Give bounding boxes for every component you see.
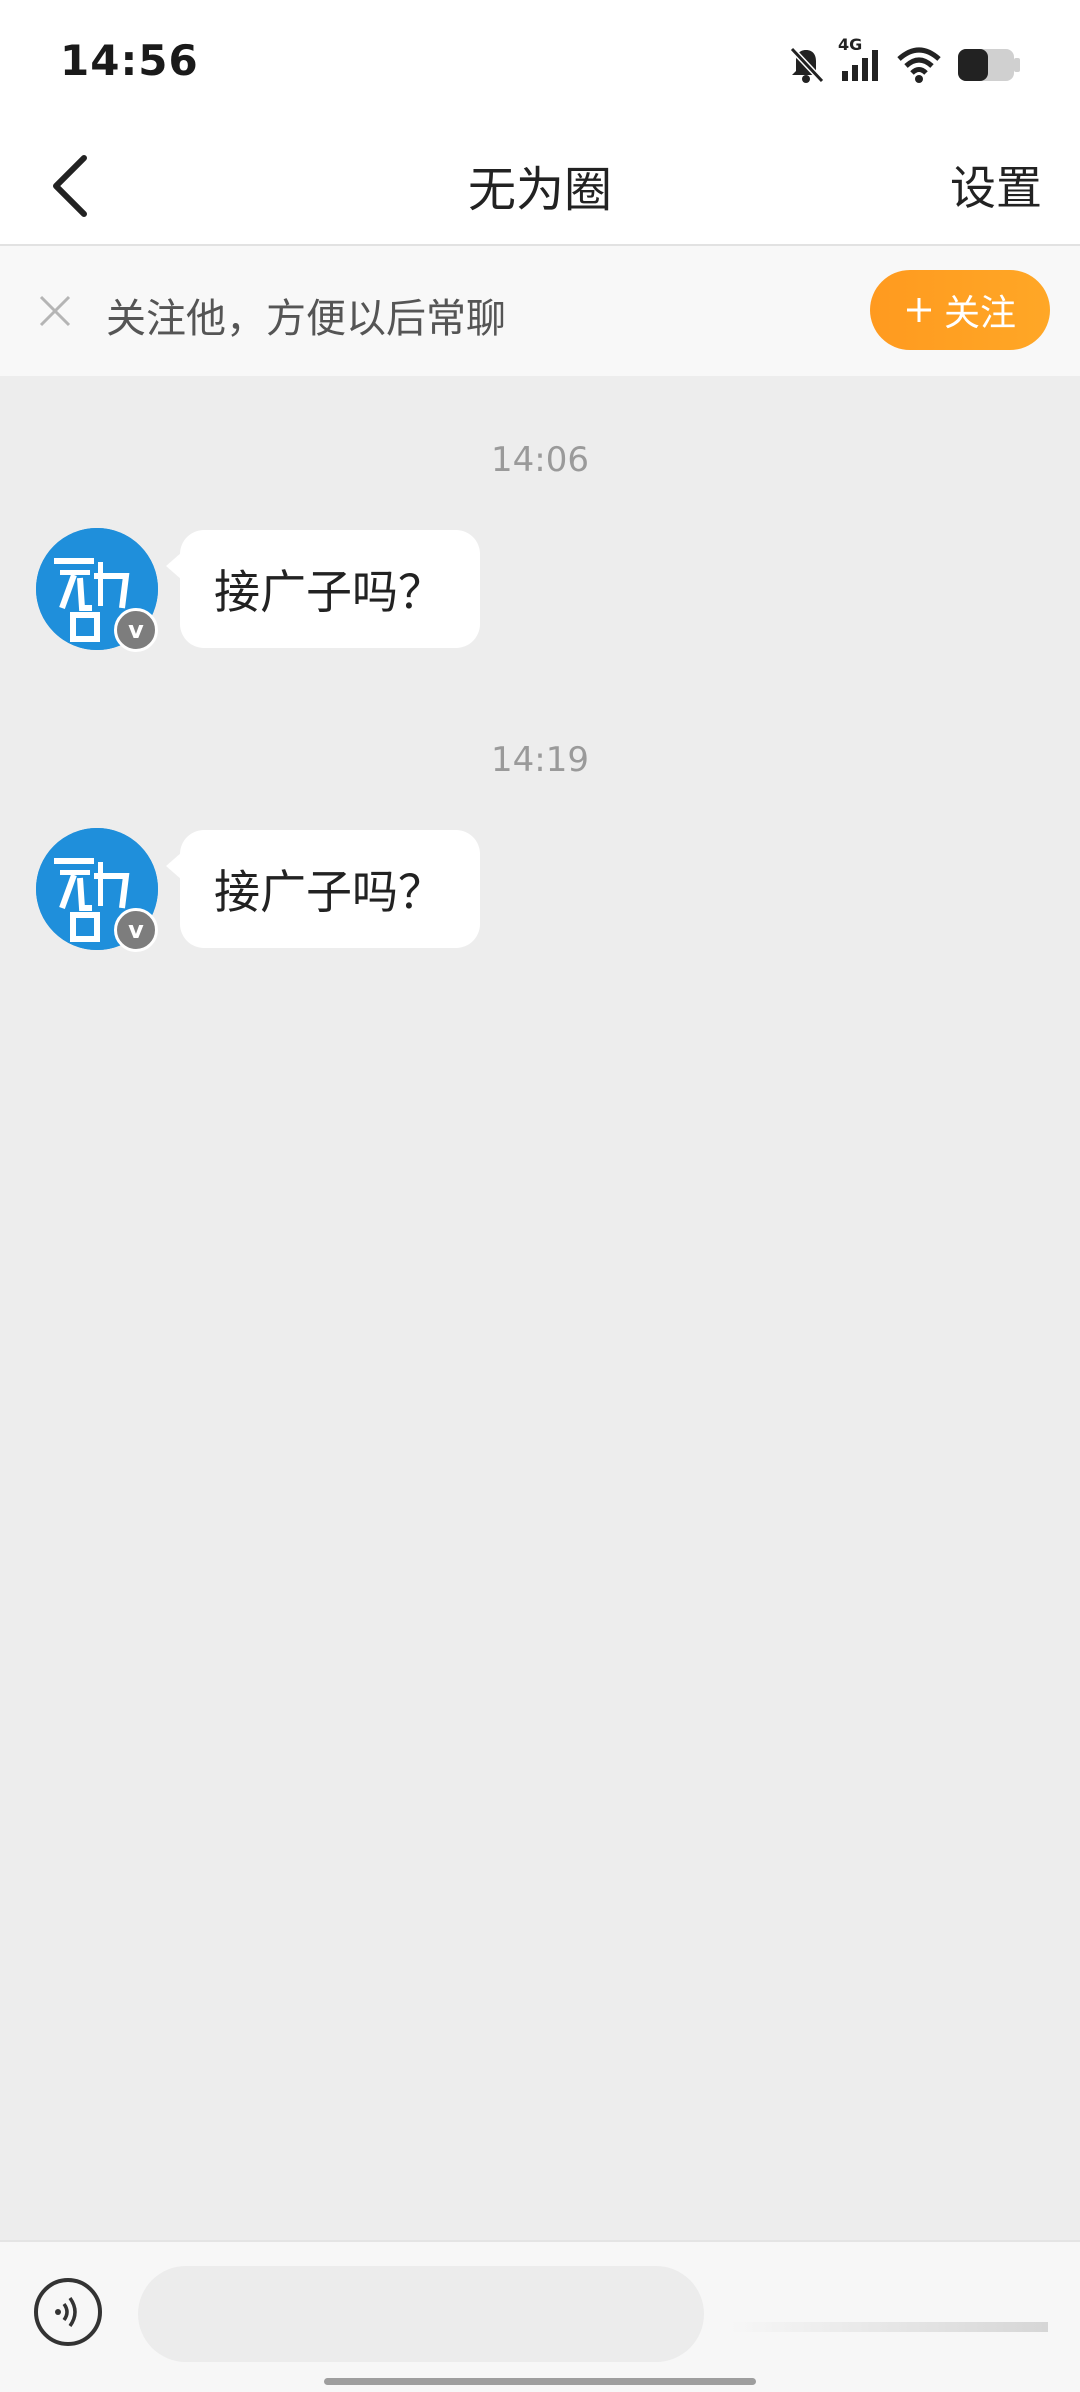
signal-icon: 4G — [838, 35, 882, 85]
chat-header: 无为圈 设置 — [0, 128, 1080, 246]
status-icons: 4G — [786, 35, 1022, 90]
status-time: 14:56 — [60, 36, 199, 85]
status-bar: 14:56 4G — [0, 0, 1080, 128]
verified-badge: v — [114, 608, 158, 652]
mute-bell-icon — [786, 45, 826, 85]
plus-icon — [906, 298, 931, 322]
message-input[interactable] — [138, 2266, 704, 2362]
follow-prompt-text: 关注他，方便以后常聊 — [106, 296, 506, 342]
message-timestamp: 14:19 — [491, 740, 589, 780]
verified-badge: v — [114, 908, 158, 952]
settings-button[interactable]: 设置 — [950, 152, 1042, 218]
page-title: 无为圈 — [467, 162, 612, 218]
close-icon — [39, 295, 71, 327]
follow-banner: 关注他，方便以后常聊 关注 — [0, 246, 1080, 376]
follow-button[interactable]: 关注 — [870, 270, 1050, 350]
input-bar-divider — [730, 2322, 1048, 2332]
wifi-icon — [896, 45, 942, 85]
avatar[interactable]: v — [36, 528, 158, 652]
chat-screen: 14:56 4G 无为圈 设置 关注他，方便以后常聊 关注 14:06 v 接广… — [0, 0, 1080, 2392]
message-row: v 接广子吗？ — [36, 828, 1036, 952]
input-bar — [0, 2240, 1080, 2392]
message-timestamp: 14:06 — [491, 440, 589, 480]
avatar[interactable]: v — [36, 828, 158, 952]
message-row: v 接广子吗？ — [36, 528, 1036, 652]
network-label: 4G — [838, 35, 863, 54]
voice-button[interactable] — [34, 2278, 102, 2346]
battery-icon — [956, 45, 1022, 85]
message-bubble[interactable]: 接广子吗？ — [166, 830, 480, 948]
voice-icon — [55, 2296, 77, 2328]
follow-button-label: 关注 — [943, 293, 1016, 334]
home-indicator[interactable] — [324, 2378, 756, 2385]
message-bubble[interactable]: 接广子吗？ — [166, 530, 480, 648]
close-banner-button[interactable] — [30, 286, 80, 336]
